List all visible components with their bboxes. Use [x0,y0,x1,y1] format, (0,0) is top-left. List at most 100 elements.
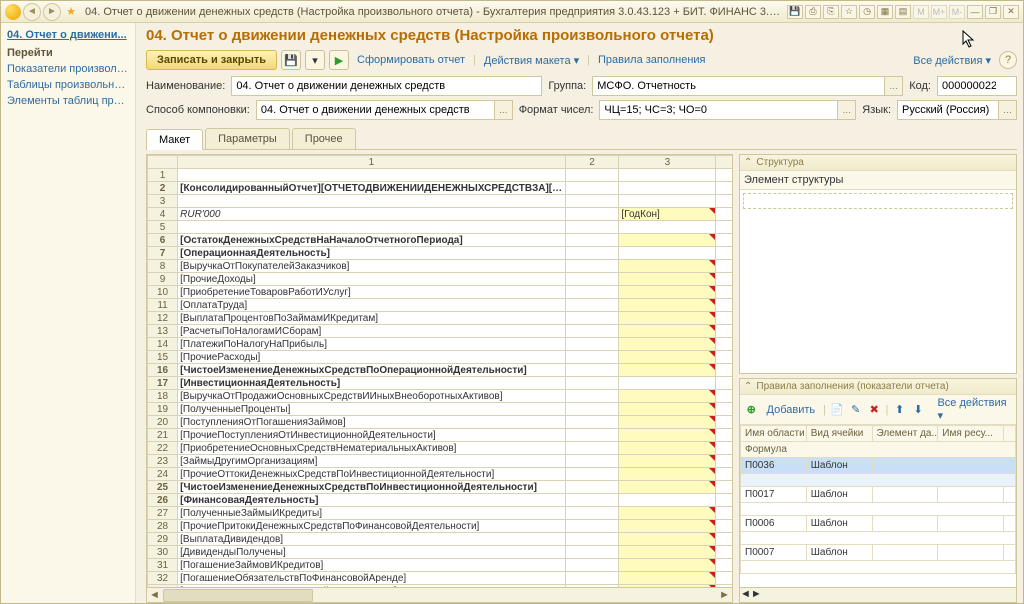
cell[interactable] [619,468,716,481]
maximize-button[interactable]: ❐ [985,5,1001,19]
cell[interactable] [716,351,732,364]
rules-add-icon[interactable]: ⊕ [744,402,759,418]
cell[interactable] [619,546,716,559]
run-icon-button[interactable]: ▶ [329,50,349,70]
cell[interactable] [619,234,716,247]
cell[interactable] [619,325,716,338]
rules-subrow[interactable] [741,503,1016,516]
cell[interactable]: [ПрочиеОттокиДенежныхСредствПоИнвестицио… [178,468,565,481]
cell[interactable]: [ПоступленияОтПогашенияЗаймов] [178,416,565,429]
rules-subrow[interactable] [741,532,1016,545]
cell[interactable]: [ПлатежиПоНалогуНаПрибыль] [178,338,565,351]
rules-row[interactable]: П0036Шаблон [741,458,1016,474]
cell[interactable] [565,533,619,546]
cell[interactable] [619,559,716,572]
cell[interactable] [716,390,732,403]
cell[interactable] [565,195,619,208]
cell[interactable]: [ДивидендыПолучены] [178,546,565,559]
row-header[interactable]: 29 [148,533,178,546]
cell[interactable]: [ПриобретениеОсновныхСредствНематериальн… [178,442,565,455]
lang-picker[interactable]: … [998,101,1016,119]
row-header[interactable]: 31 [148,559,178,572]
cell[interactable] [716,325,732,338]
cell[interactable] [716,286,732,299]
layout-picker[interactable]: … [494,101,512,119]
rules-hscroll[interactable]: ◄► [740,587,1016,602]
row-header[interactable]: 20 [148,416,178,429]
cell[interactable] [619,299,716,312]
cell[interactable] [565,351,619,364]
rules-subrow[interactable] [741,474,1016,487]
cell[interactable]: [ЧистоеИзменениеДенежныхСредствПоИнвести… [178,481,565,494]
cell[interactable]: [ПолученныеЗаймыИКредиты] [178,507,565,520]
rules-formula-header[interactable]: Формула [741,442,1016,458]
favorite-icon[interactable]: ★ [63,5,79,18]
tb-copy-icon[interactable]: ⎘ [823,5,839,19]
rules-row[interactable]: П0007Шаблон [741,545,1016,561]
tb-clock-icon[interactable]: ◷ [859,5,875,19]
cell[interactable] [565,182,619,195]
tb-mminus-icon[interactable]: M- [949,5,965,19]
cell[interactable] [716,494,732,507]
row-header[interactable]: 24 [148,468,178,481]
tab-layout[interactable]: Макет [146,129,203,150]
rules-col-header[interactable]: Имя ресу... [938,426,1004,442]
cell[interactable] [619,429,716,442]
nav-current[interactable]: 04. Отчет о движени... [1,27,135,43]
cell[interactable] [565,520,619,533]
cell[interactable] [716,338,732,351]
cell[interactable] [716,559,732,572]
cell[interactable] [619,416,716,429]
col-header[interactable]: 1 [178,156,565,169]
row-header[interactable]: 14 [148,338,178,351]
row-header[interactable]: 3 [148,195,178,208]
numfmt-input[interactable] [599,100,856,120]
row-header[interactable]: 8 [148,260,178,273]
group-input[interactable] [592,76,903,96]
row-header[interactable]: 2 [148,182,178,195]
nav-back-button[interactable]: ◄ [23,3,41,21]
cell[interactable] [619,520,716,533]
tb-cal-icon[interactable]: ▤ [895,5,911,19]
cell[interactable]: [ВыплатаДивидендов] [178,533,565,546]
cell[interactable]: RUR'000 [178,208,565,221]
cell[interactable] [716,546,732,559]
cell[interactable] [716,468,732,481]
cell[interactable] [716,299,732,312]
cell[interactable] [619,351,716,364]
cell[interactable] [565,455,619,468]
cell[interactable] [565,481,619,494]
tb-star-icon[interactable]: ☆ [841,5,857,19]
cell[interactable]: [ЧистоеИзменениеДенежныхСредствПоОпераци… [178,364,565,377]
row-header[interactable]: 27 [148,507,178,520]
row-header[interactable]: 28 [148,520,178,533]
cell[interactable] [619,364,716,377]
tab-other[interactable]: Прочее [292,128,356,149]
cell[interactable]: [ПолученныеПроценты] [178,403,565,416]
cell[interactable]: [КонсолидированныйОтчет][ОТЧЕТОДВИЖЕНИИД… [178,182,565,195]
cell[interactable] [565,273,619,286]
row-header[interactable]: 10 [148,286,178,299]
rules-subrow[interactable] [741,561,1016,574]
cell[interactable]: [ПрочиеВыплатыПоФинансовойДеятельности] [178,585,565,588]
rules-down-icon[interactable]: ⬇ [911,402,926,418]
save-close-button[interactable]: Записать и закрыть [146,50,277,70]
row-header[interactable]: 25 [148,481,178,494]
cell[interactable] [565,377,619,390]
row-header[interactable]: 18 [148,390,178,403]
cell[interactable] [565,364,619,377]
cell[interactable] [619,247,716,260]
cell[interactable] [565,247,619,260]
row-header[interactable]: 6 [148,234,178,247]
cell[interactable] [619,169,716,182]
row-header[interactable]: 22 [148,442,178,455]
cell[interactable] [716,260,732,273]
rules-copy-icon[interactable]: 📄 [830,402,845,418]
row-header[interactable]: 4 [148,208,178,221]
sheet[interactable]: 1234512[КонсолидированныйОтчет][ОТЧЕТОДВ… [146,154,733,603]
cell[interactable] [716,208,732,221]
cell[interactable] [716,533,732,546]
rules-col-header[interactable]: Имя области [741,426,807,442]
cell[interactable] [619,533,716,546]
cell[interactable] [716,221,732,234]
